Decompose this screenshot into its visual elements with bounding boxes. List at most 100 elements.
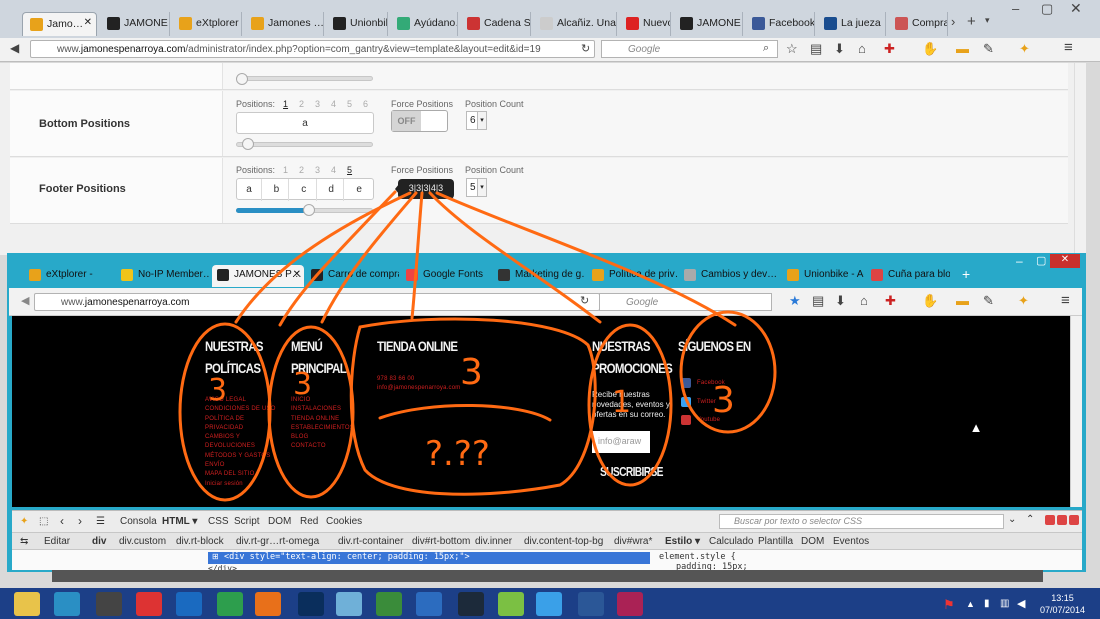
hp-icon[interactable] — [176, 592, 202, 616]
firefox-icon[interactable] — [255, 592, 281, 616]
policy-link[interactable]: CONDICIONES DE USO — [205, 405, 276, 414]
breadcrumb-item[interactable]: div.content-top-bg — [524, 536, 603, 547]
fb-html-icon[interactable]: ⇆ — [20, 536, 28, 547]
youtube-icon[interactable] — [681, 415, 691, 425]
outer-tab[interactable]: Comprar … — [888, 12, 948, 36]
position-number[interactable]: 3 — [310, 165, 326, 175]
position-number[interactable]: 1 — [278, 165, 294, 175]
new-tab-icon[interactable]: + — [967, 13, 976, 30]
policy-link[interactable]: ENVÍO — [205, 461, 276, 470]
lightroom-icon[interactable] — [458, 592, 484, 616]
tab-list-icon[interactable]: ▾ — [985, 15, 990, 26]
bottom-slider-track[interactable] — [236, 142, 373, 147]
twitter-icon[interactable] — [681, 397, 691, 407]
footer-count-select[interactable]: 5 ▾ — [466, 178, 487, 197]
bookmarks-list-icon[interactable]: ▤ — [810, 41, 822, 57]
inner-addon-yellow-icon[interactable]: ▬ — [956, 293, 969, 308]
inner-firebug-icon[interactable]: ✦ — [1018, 293, 1029, 309]
previous-slider-knob[interactable] — [236, 73, 248, 85]
bottom-force-toggle[interactable]: OFF — [391, 110, 448, 132]
outer-tab[interactable]: Jamones … — [244, 12, 324, 36]
firebug-logo-icon[interactable]: ✦ — [20, 516, 28, 527]
inner-tab[interactable]: Política de priv… — [587, 265, 677, 287]
breadcrumb-item[interactable]: div#rt-bottom — [412, 536, 470, 547]
breadcrumb-item[interactable]: div#wra* — [614, 536, 652, 547]
back-to-top-icon[interactable]: ▲ — [962, 420, 990, 440]
firebug-tab[interactable]: DOM — [268, 516, 291, 527]
menu-link[interactable]: TIENDA ONLINE — [291, 415, 354, 424]
expand-node-icon[interactable]: ⊞ — [212, 552, 219, 561]
menu-link[interactable]: INSTALACIONES — [291, 405, 354, 414]
fb-forward-icon[interactable]: › — [78, 514, 82, 528]
inner-bookmarks-list-icon[interactable]: ▤ — [812, 293, 824, 309]
selected-html-line[interactable]: <div style="text-align: center; padding:… — [208, 552, 650, 564]
inner-back-icon[interactable]: ◀ — [21, 294, 29, 307]
position-number[interactable]: 4 — [326, 99, 342, 109]
position-cell[interactable]: c — [292, 179, 317, 201]
admin-scrollbar[interactable] — [1074, 63, 1086, 255]
outer-tab[interactable]: Cadena S… — [460, 12, 531, 36]
policy-link[interactable]: MÉTODOS Y GASTOS — [205, 452, 276, 461]
url-bar[interactable]: www.jamonespenarroya.com/administrator/i… — [30, 40, 595, 58]
tray-flag-icon[interactable]: ⚑ — [943, 597, 955, 613]
newsletter-email-input[interactable]: info@araw — [592, 431, 650, 453]
system-clock[interactable]: 13:15 07/07/2014 — [1040, 592, 1085, 616]
facebook-icon[interactable] — [681, 378, 691, 388]
inner-tab[interactable]: Marketing de g… — [493, 265, 585, 287]
tab-scroll-left[interactable] — [2, 12, 16, 36]
fb-list-icon[interactable]: ☰ — [96, 516, 105, 527]
outer-tab[interactable]: La jueza … — [817, 12, 886, 36]
outer-tab[interactable]: eXtplorer - — [172, 12, 242, 36]
menu-link[interactable]: BLOG — [291, 433, 354, 442]
policy-link[interactable]: DEVOLUCIONES — [205, 442, 276, 451]
style-panel-tab[interactable]: Eventos — [833, 536, 869, 547]
shop-phone[interactable]: 978 83 66 00 — [377, 375, 414, 384]
utorrent-icon[interactable] — [498, 592, 524, 616]
policy-link[interactable]: AVISO LEGAL — [205, 396, 276, 405]
notes-icon[interactable] — [336, 592, 362, 616]
fb-minimize-icon[interactable] — [1045, 515, 1055, 525]
folder-icon[interactable] — [14, 592, 40, 616]
inner-new-tab-icon[interactable]: + — [962, 266, 970, 282]
reload-icon[interactable]: ↻ — [581, 42, 590, 55]
inner-tab[interactable]: No-IP Member… — [116, 265, 210, 287]
outer-tab[interactable]: Alcañiz. Una … — [533, 12, 617, 36]
subscribe-button[interactable]: SUSCRIBIRSE — [600, 461, 663, 483]
outer-tab[interactable]: JAMONE… — [100, 12, 170, 36]
fb-detach-icon[interactable] — [1057, 515, 1067, 525]
outer-tab[interactable]: Nuevo Te… — [619, 12, 671, 36]
inner-tab[interactable]: Cuña para blo… — [866, 265, 950, 287]
fb-back-icon[interactable]: ‹ — [60, 514, 64, 528]
outer-tab[interactable]: Facebook — [745, 12, 815, 36]
word-icon[interactable] — [578, 592, 604, 616]
firebug-icon[interactable]: ✦ — [1019, 41, 1030, 57]
outer-tab[interactable]: Jamo… ✕ — [22, 12, 97, 36]
inner-tab[interactable]: Cambios y dev… — [679, 265, 780, 287]
tab-close-icon[interactable]: ✕ — [84, 17, 92, 28]
previous-slider-track[interactable] — [236, 76, 373, 81]
evernote-icon[interactable] — [376, 592, 402, 616]
addon-yellow-icon[interactable]: ▬ — [956, 41, 969, 56]
policy-link[interactable]: MAPA DEL SITIO — [205, 470, 276, 479]
style-panel-tab[interactable]: DOM — [801, 536, 824, 547]
inner-tab[interactable]: eXtplorer - — [24, 265, 114, 287]
edit-button[interactable]: Editar — [44, 536, 70, 547]
bookmark-star-icon[interactable]: ☆ — [786, 41, 798, 57]
firebug-search-input[interactable]: Buscar por texto o selector CSS — [719, 514, 1004, 529]
downloads-icon[interactable]: ⬇ — [834, 41, 845, 57]
menu-icon[interactable]: ≡ — [1064, 39, 1073, 56]
firebug-tab[interactable]: CSS — [208, 516, 229, 527]
inner-tab[interactable]: JAMONES P… ✕ — [212, 265, 304, 287]
breadcrumb-item[interactable]: div.inner — [475, 536, 512, 547]
page-scrollbar[interactable] — [1070, 316, 1082, 507]
outer-tab[interactable]: JAMONE… — [673, 12, 743, 36]
footer-positions-layout[interactable]: abcde — [236, 178, 374, 201]
menu-link[interactable]: CONTACTO — [291, 442, 354, 451]
position-number[interactable]: 6 — [358, 99, 374, 109]
tray-network-icon[interactable]: ▮ — [984, 598, 990, 609]
menu-link[interactable]: ESTABLECIMIENTOS — [291, 424, 354, 433]
inner-addon-hand-icon[interactable]: ✋ — [922, 293, 938, 309]
addon-red-icon[interactable]: ✚ — [884, 41, 895, 57]
inner-addon-red-icon[interactable]: ✚ — [885, 293, 896, 309]
fb-search-up-icon[interactable]: ⌃ — [1026, 514, 1034, 525]
